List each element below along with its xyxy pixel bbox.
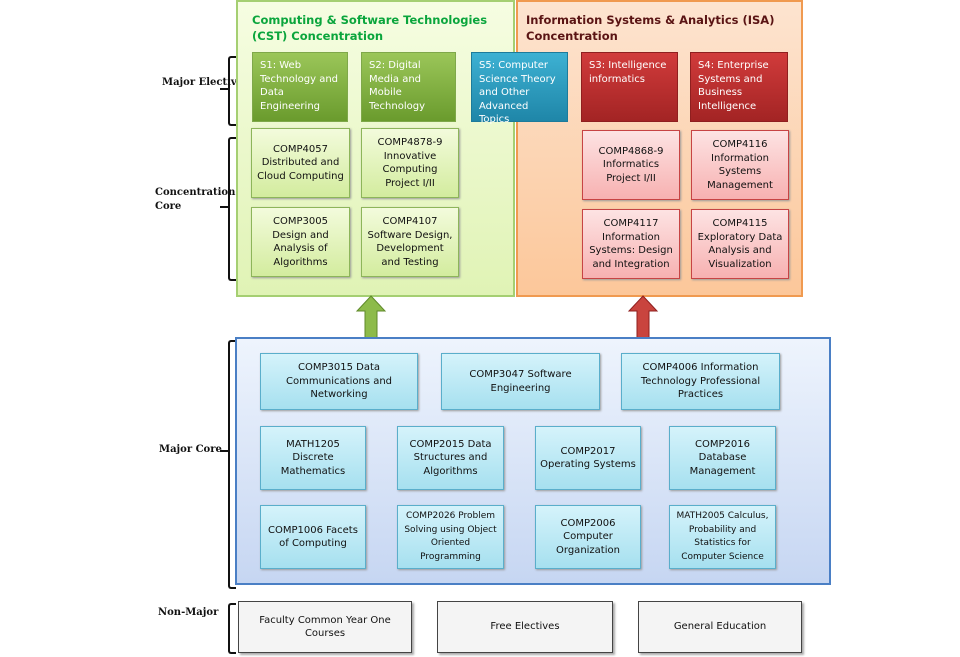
course-box: COMP1006 Facets of Computing (260, 505, 366, 569)
elective-s2: S2: Digital Media and Mobile Technology (361, 52, 456, 122)
elective-s4: S4: Enterprise Systems and Business Inte… (690, 52, 788, 122)
course-box: COMP2015 Data Structures and Algorithms (397, 426, 504, 490)
elective-s5: S5: Computer Science Theory and Other Ad… (471, 52, 568, 125)
course-box: COMP4006 Information Technology Professi… (621, 353, 780, 410)
bracket-tick (220, 450, 228, 452)
course-box: COMP3015 Data Communications and Network… (260, 353, 418, 410)
course-box: COMP4116 Information Systems Management (691, 130, 789, 200)
course-box: COMP2006 Computer Organization (535, 505, 641, 569)
cst-title: Computing & Software Technologies (CST) … (252, 13, 488, 43)
elective-s3: S3: Intelligence informatics (581, 52, 678, 122)
bracket (228, 603, 236, 654)
non-major-box: Free Electives (437, 601, 613, 653)
label-concentration-core: Concentration Core (155, 187, 236, 212)
course-box: COMP4107 Software Design, Development an… (361, 207, 459, 277)
course-box: COMP4057 Distributed and Cloud Computing (251, 128, 350, 198)
non-major-box: Faculty Common Year One Courses (238, 601, 412, 653)
course-box: MATH2005 Calculus, Probability and Stati… (669, 505, 776, 569)
isa-title: Information Systems & Analytics (ISA) Co… (526, 13, 775, 43)
course-box: COMP4868-9 Informatics Project I/II (582, 130, 680, 200)
bracket (228, 56, 236, 126)
course-box: COMP3005 Design and Analysis of Algorith… (251, 207, 350, 277)
course-box: COMP2026 Problem Solving using Object Or… (397, 505, 504, 569)
course-box: MATH1205 Discrete Mathematics (260, 426, 366, 490)
bracket (228, 137, 236, 281)
bracket-tick (220, 206, 228, 208)
course-box: COMP3047 Software Engineering (441, 353, 600, 410)
label-major-core: Major Core (159, 444, 222, 455)
course-box: COMP4117 Information Systems: Design and… (582, 209, 680, 279)
arrow-up-green-icon (355, 295, 387, 339)
bracket-tick (220, 88, 228, 90)
label-non-major: Non-Major (158, 607, 219, 618)
arrow-up-red-icon (627, 295, 659, 339)
course-box: COMP2017 Operating Systems (535, 426, 641, 490)
elective-s1: S1: Web Technology and Data Engineering (252, 52, 348, 122)
course-box: COMP4878-9 Innovative Computing Project … (361, 128, 459, 198)
non-major-box: General Education (638, 601, 802, 653)
course-box: COMP2016 Database Management (669, 426, 776, 490)
course-box: COMP4115 Exploratory Data Analysis and V… (691, 209, 789, 279)
